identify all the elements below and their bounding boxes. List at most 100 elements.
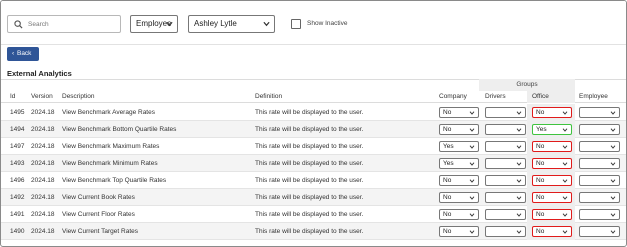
chevron-down-icon bbox=[562, 111, 568, 115]
office-select-value: No bbox=[536, 143, 545, 150]
chevron-down-icon bbox=[516, 179, 522, 183]
chevron-down-icon bbox=[516, 196, 522, 200]
drivers-select[interactable] bbox=[485, 209, 526, 220]
company-select[interactable]: No bbox=[439, 226, 479, 237]
row-definition: This rate will be displayed to the user. bbox=[255, 211, 364, 218]
row-definition: This rate will be displayed to the user. bbox=[255, 177, 364, 184]
chevron-down-icon bbox=[562, 162, 568, 166]
office-select[interactable]: No bbox=[532, 175, 572, 186]
show-inactive-checkbox[interactable] bbox=[291, 19, 301, 29]
chevron-down-icon bbox=[610, 196, 616, 200]
section-title: External Analytics bbox=[7, 69, 72, 78]
company-select[interactable]: No bbox=[439, 175, 479, 186]
company-select[interactable]: No bbox=[439, 209, 479, 220]
search-box[interactable] bbox=[7, 15, 121, 33]
app-window: Employee Ashley Lytle Show Inactive ‹ Ba… bbox=[0, 0, 627, 247]
chevron-down-icon bbox=[516, 230, 522, 234]
chevron-down-icon bbox=[469, 128, 475, 132]
employee-select[interactable] bbox=[579, 107, 620, 118]
row-version: 2024.18 bbox=[31, 109, 55, 116]
row-id: 1491 bbox=[10, 211, 25, 218]
table-row: 1497 2024.18 View Benchmark Maximum Rates T… bbox=[1, 138, 626, 155]
employee-select[interactable] bbox=[579, 158, 620, 169]
drivers-select[interactable] bbox=[485, 107, 526, 118]
company-select[interactable]: No bbox=[439, 107, 479, 118]
table-header: Id Version Description Definition Compan… bbox=[1, 91, 626, 103]
office-select[interactable]: No bbox=[532, 141, 572, 152]
company-select[interactable]: Yes bbox=[439, 158, 479, 169]
employee-select[interactable] bbox=[579, 124, 620, 135]
drivers-select[interactable] bbox=[485, 124, 526, 135]
row-version: 2024.18 bbox=[31, 160, 55, 167]
office-select[interactable]: No bbox=[532, 209, 572, 220]
table-row: 1496 2024.18 View Benchmark Top Quartile R… bbox=[1, 172, 626, 189]
chevron-down-icon bbox=[469, 111, 475, 115]
row-description: View Benchmark Minimum Rates bbox=[62, 160, 158, 167]
chevron-down-icon bbox=[562, 145, 568, 149]
row-description: View Current Book Rates bbox=[62, 194, 135, 201]
company-select-value: No bbox=[443, 194, 452, 201]
employee-select[interactable] bbox=[579, 141, 620, 152]
company-select[interactable]: No bbox=[439, 124, 479, 135]
row-definition: This rate will be displayed to the user. bbox=[255, 228, 364, 235]
column-header-employee: Employee bbox=[579, 93, 608, 100]
employee-select[interactable] bbox=[579, 226, 620, 237]
office-select[interactable]: No bbox=[532, 226, 572, 237]
drivers-select[interactable] bbox=[485, 158, 526, 169]
chevron-down-icon bbox=[516, 128, 522, 132]
column-header-drivers: Drivers bbox=[485, 93, 506, 100]
employee-select[interactable] bbox=[579, 209, 620, 220]
office-select[interactable]: No bbox=[532, 107, 572, 118]
row-id: 1497 bbox=[10, 143, 25, 150]
office-select-value: No bbox=[536, 109, 545, 116]
chevron-down-icon bbox=[610, 179, 616, 183]
back-button[interactable]: ‹ Back bbox=[7, 47, 39, 61]
chevron-down-icon bbox=[263, 21, 270, 27]
row-version: 2024.18 bbox=[31, 194, 55, 201]
office-select[interactable]: No bbox=[532, 192, 572, 203]
drivers-select[interactable] bbox=[485, 226, 526, 237]
chevron-down-icon bbox=[469, 179, 475, 183]
chevron-down-icon bbox=[562, 230, 568, 234]
company-select-value: Yes bbox=[443, 143, 454, 150]
row-definition: This rate will be displayed to the user. bbox=[255, 194, 364, 201]
company-select-value: No bbox=[443, 177, 452, 184]
chevron-down-icon bbox=[516, 145, 522, 149]
chevron-down-icon bbox=[516, 213, 522, 217]
user-select[interactable]: Ashley Lytle bbox=[188, 15, 275, 33]
search-icon bbox=[14, 20, 23, 29]
office-select[interactable]: Yes bbox=[532, 124, 572, 135]
column-header-id: Id bbox=[10, 93, 16, 100]
search-input[interactable] bbox=[28, 18, 118, 30]
table-row: 1494 2024.18 View Benchmark Bottom Quartil… bbox=[1, 121, 626, 138]
employee-select[interactable] bbox=[579, 192, 620, 203]
chevron-down-icon bbox=[469, 196, 475, 200]
user-select-value: Ashley Lytle bbox=[194, 19, 237, 28]
chevron-down-icon bbox=[166, 21, 173, 27]
column-header-definition: Definition bbox=[255, 93, 283, 100]
table-row: 1493 2024.18 View Benchmark Minimum Rates T… bbox=[1, 155, 626, 172]
employee-select[interactable] bbox=[579, 175, 620, 186]
chevron-down-icon bbox=[469, 213, 475, 217]
row-version: 2024.18 bbox=[31, 126, 55, 133]
table-row: 1495 2024.18 View Benchmark Average Rates T… bbox=[1, 104, 626, 121]
type-select[interactable]: Employee bbox=[130, 15, 178, 33]
company-select-value: Yes bbox=[443, 160, 454, 167]
company-select-value: No bbox=[443, 228, 452, 235]
groups-header: Groups bbox=[479, 79, 575, 91]
chevron-down-icon bbox=[562, 196, 568, 200]
column-header-office: Office bbox=[532, 93, 549, 100]
company-select-value: No bbox=[443, 211, 452, 218]
drivers-select[interactable] bbox=[485, 192, 526, 203]
chevron-down-icon bbox=[516, 111, 522, 115]
chevron-down-icon bbox=[469, 145, 475, 149]
drivers-select[interactable] bbox=[485, 141, 526, 152]
office-select[interactable]: No bbox=[532, 158, 572, 169]
drivers-select[interactable] bbox=[485, 175, 526, 186]
company-select[interactable]: Yes bbox=[439, 141, 479, 152]
chevron-down-icon bbox=[610, 213, 616, 217]
office-select-value: Yes bbox=[536, 126, 547, 133]
company-select[interactable]: No bbox=[439, 192, 479, 203]
chevron-down-icon bbox=[610, 230, 616, 234]
row-version: 2024.18 bbox=[31, 228, 55, 235]
